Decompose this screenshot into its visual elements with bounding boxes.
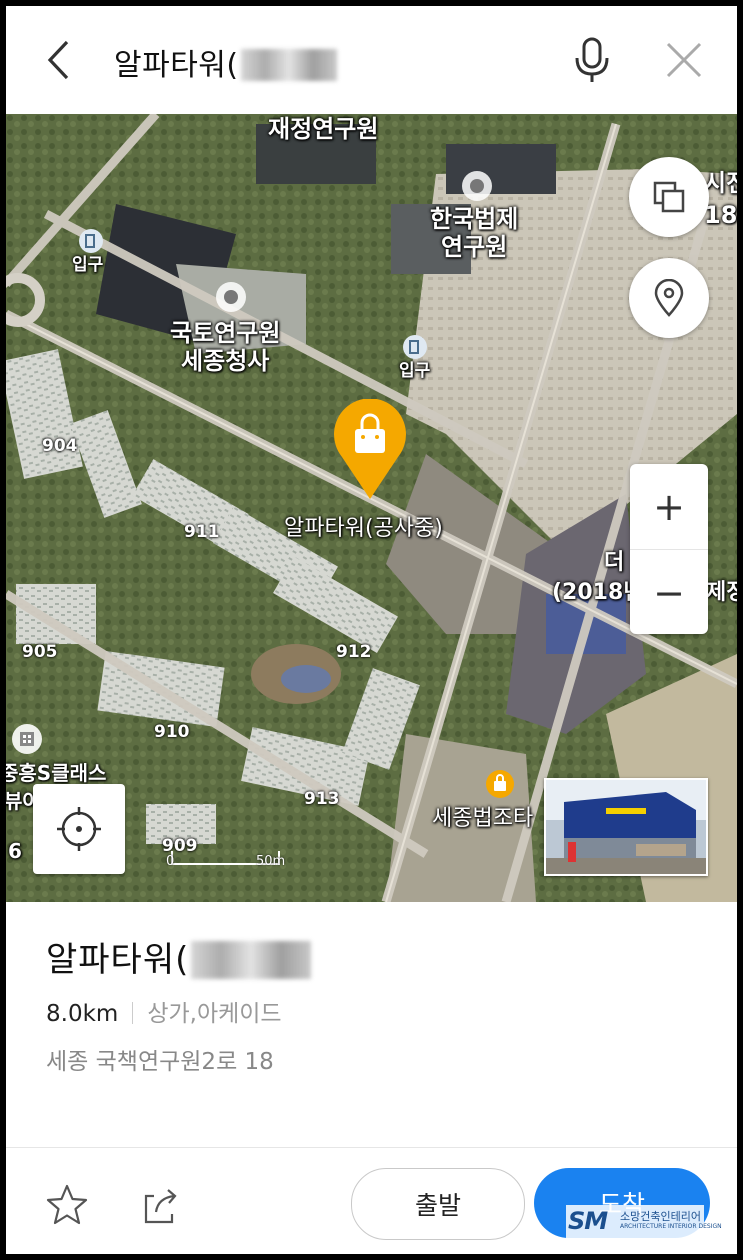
selected-place-pin-icon[interactable] [332,399,408,501]
poi-label: 더 [604,550,625,575]
favorite-button[interactable] [44,1182,90,1228]
apartment-icon[interactable] [10,722,44,756]
place-title: 알파타워( [46,932,312,981]
poi-label: 시전 [704,169,737,197]
zoom-in-button[interactable]: + [630,464,708,550]
current-location-button[interactable] [33,784,125,874]
entrance-icon[interactable] [402,334,428,360]
voice-search-button[interactable] [572,36,612,84]
share-icon [144,1189,177,1224]
divider [132,1002,134,1024]
map-type-button[interactable] [629,157,709,237]
poi-label: 중흥S클래스 [6,761,107,785]
place-name-text: 알파타워( [46,940,190,980]
close-button[interactable] [662,38,706,82]
share-button[interactable] [138,1182,184,1228]
place-category: 상가,아케이드 [147,1001,282,1027]
app-frame: 알파타워(재정연구원 한국법제 연구원 국토연구원 세종청사 시 18 입구 … [6,6,737,1254]
entrance-label: 입구 [72,255,104,275]
depart-button[interactable]: 출발 [351,1168,525,1240]
search-query[interactable]: 알파타워( [114,40,337,84]
poi-label[interactable]: 국토연구원 세종청사 [170,319,280,375]
place-meta: 8.0km 상가,아케이드 [46,994,282,1028]
blurred-text [191,941,312,979]
building-number: 904 [42,436,78,456]
poi-label[interactable]: 세종법조타 [432,806,533,831]
building-number: 912 [336,642,372,662]
poi-label[interactable]: 재정연구원 [268,115,378,144]
scale-start-label: 0 [166,854,175,869]
microphone-icon [575,37,609,82]
location-pin-button[interactable] [629,258,709,338]
place-info-panel[interactable]: 알파타워( 8.0km 상가,아케이드 세종 국책연구원2로 18 [6,902,737,1147]
pin-icon [654,279,684,317]
poi-label: 18년 [704,201,737,229]
street-view-thumbnail[interactable] [544,778,708,876]
blurred-text [240,49,337,81]
entrance-label: 입구 [399,361,431,381]
shop-marker-icon[interactable] [484,768,516,800]
building-number: 910 [154,722,190,742]
poi-label: 제정 [706,580,737,605]
building-photo [546,780,706,874]
scale-end-label: 50m [256,854,286,869]
watermark: SM 소망건축인테리어 ARCHITECTURE INTERIOR DESIGN [566,1205,722,1239]
poi-label: 6 [8,839,22,863]
poi-marker-icon[interactable] [214,280,248,314]
watermark-text: 소망건축인테리어 [620,1210,701,1223]
place-distance: 8.0km [46,1001,119,1027]
search-header: 알파타워( [6,6,737,114]
poi-marker-icon[interactable] [460,169,494,203]
watermark-subtext: ARCHITECTURE INTERIOR DESIGN [620,1223,722,1230]
back-button[interactable] [36,36,80,84]
zoom-out-button[interactable]: − [630,550,708,635]
entrance-icon[interactable] [78,228,104,254]
layers-icon [653,181,685,213]
crosshair-icon [57,807,101,851]
selected-place-label[interactable]: 알파타워(공사중) [284,516,443,541]
building-number: 905 [22,642,58,662]
search-text: 알파타워( [114,48,239,83]
poi-label[interactable]: 한국법제 연구원 [430,205,518,261]
satellite-map[interactable]: 재정연구원 한국법제 연구원 국토연구원 세종청사 시전 18년 입구 입구 알… [6,114,737,902]
chevron-left-icon [47,40,69,80]
building-number: 913 [304,789,340,809]
place-address: 세종 국책연구원2로 18 [46,1049,274,1075]
zoom-control: + − [630,464,708,634]
star-icon [46,1184,88,1225]
watermark-logo: SM [568,1207,608,1235]
close-icon [666,42,702,78]
building-number: 911 [184,522,220,542]
